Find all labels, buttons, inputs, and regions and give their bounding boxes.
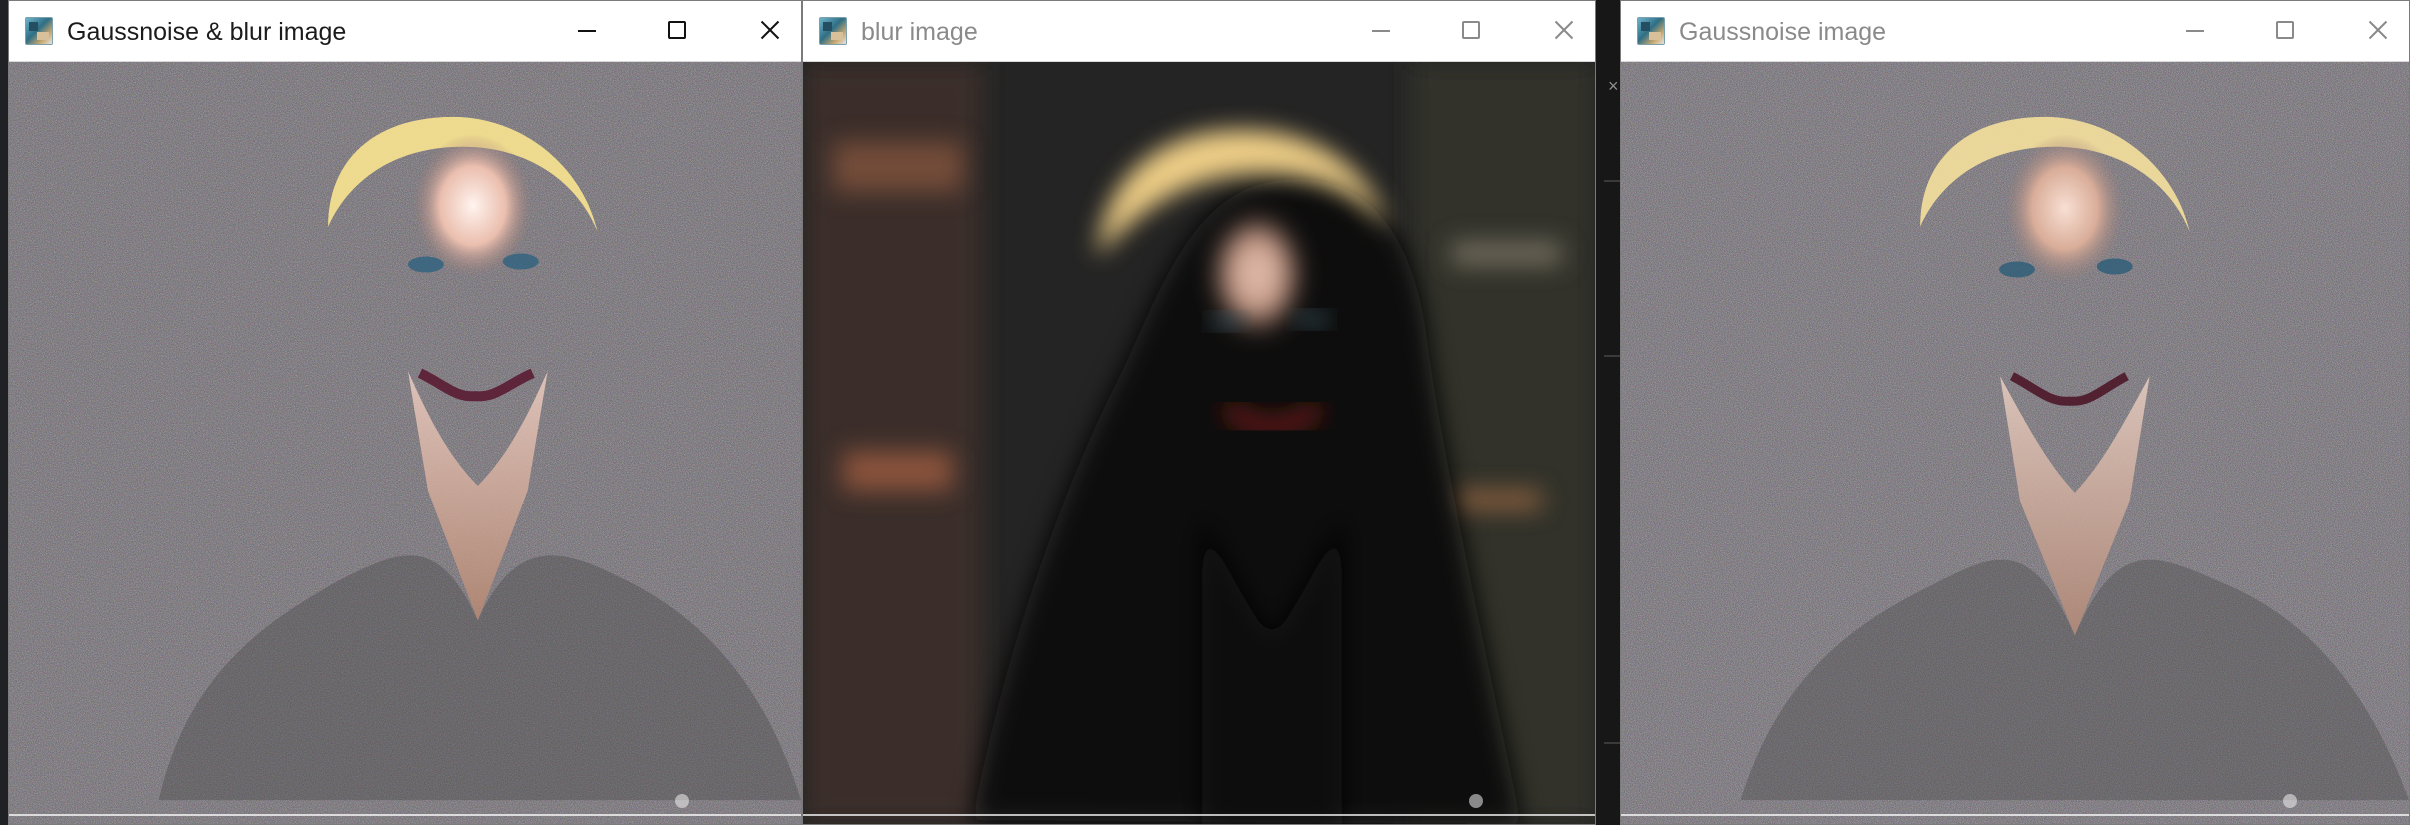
window-title: blur image — [861, 18, 978, 46]
blur-window: blur image — [802, 0, 1596, 825]
blurred-portrait-image — [803, 62, 1595, 824]
watermark — [2283, 792, 2381, 810]
title-bar[interactable]: Gaussnoise & blur image — [9, 1, 801, 62]
watermark — [675, 792, 773, 810]
gaussnoise-blur-window: Gaussnoise & blur image — [8, 0, 802, 825]
image-canvas — [803, 62, 1595, 824]
minimize-icon[interactable] — [559, 8, 615, 54]
window-controls — [1335, 1, 1595, 62]
bottom-line — [803, 814, 1595, 816]
maximize-icon[interactable] — [1444, 8, 1500, 54]
window-controls — [541, 1, 801, 62]
close-icon[interactable] — [2348, 8, 2404, 54]
title-bar[interactable]: blur image — [803, 1, 1595, 62]
maximize-icon[interactable] — [650, 8, 706, 54]
minimize-icon[interactable] — [2167, 8, 2223, 54]
close-icon[interactable] — [740, 8, 796, 54]
image-canvas — [1621, 62, 2409, 824]
image-canvas — [9, 62, 801, 824]
bottom-line — [1621, 814, 2409, 816]
image-window-icon — [1637, 17, 1665, 45]
close-icon[interactable] — [1534, 8, 1590, 54]
desktop: Gaussnoise & blur image blur image × Gau… — [0, 0, 2410, 825]
noisy-portrait-image — [1621, 62, 2409, 824]
gaussnoise-window: Gaussnoise image — [1620, 0, 2410, 825]
minimize-icon[interactable] — [1353, 8, 1409, 54]
image-window-icon — [25, 17, 53, 45]
title-bar[interactable]: Gaussnoise image — [1621, 1, 2409, 62]
window-title: Gaussnoise & blur image — [67, 18, 347, 46]
maximize-icon[interactable] — [2258, 8, 2314, 54]
watermark — [1469, 792, 1567, 810]
window-controls — [2149, 1, 2409, 62]
image-window-icon — [819, 17, 847, 45]
noisy-portrait-image — [9, 62, 801, 824]
bottom-line — [9, 814, 801, 816]
window-title: Gaussnoise image — [1679, 18, 1887, 46]
